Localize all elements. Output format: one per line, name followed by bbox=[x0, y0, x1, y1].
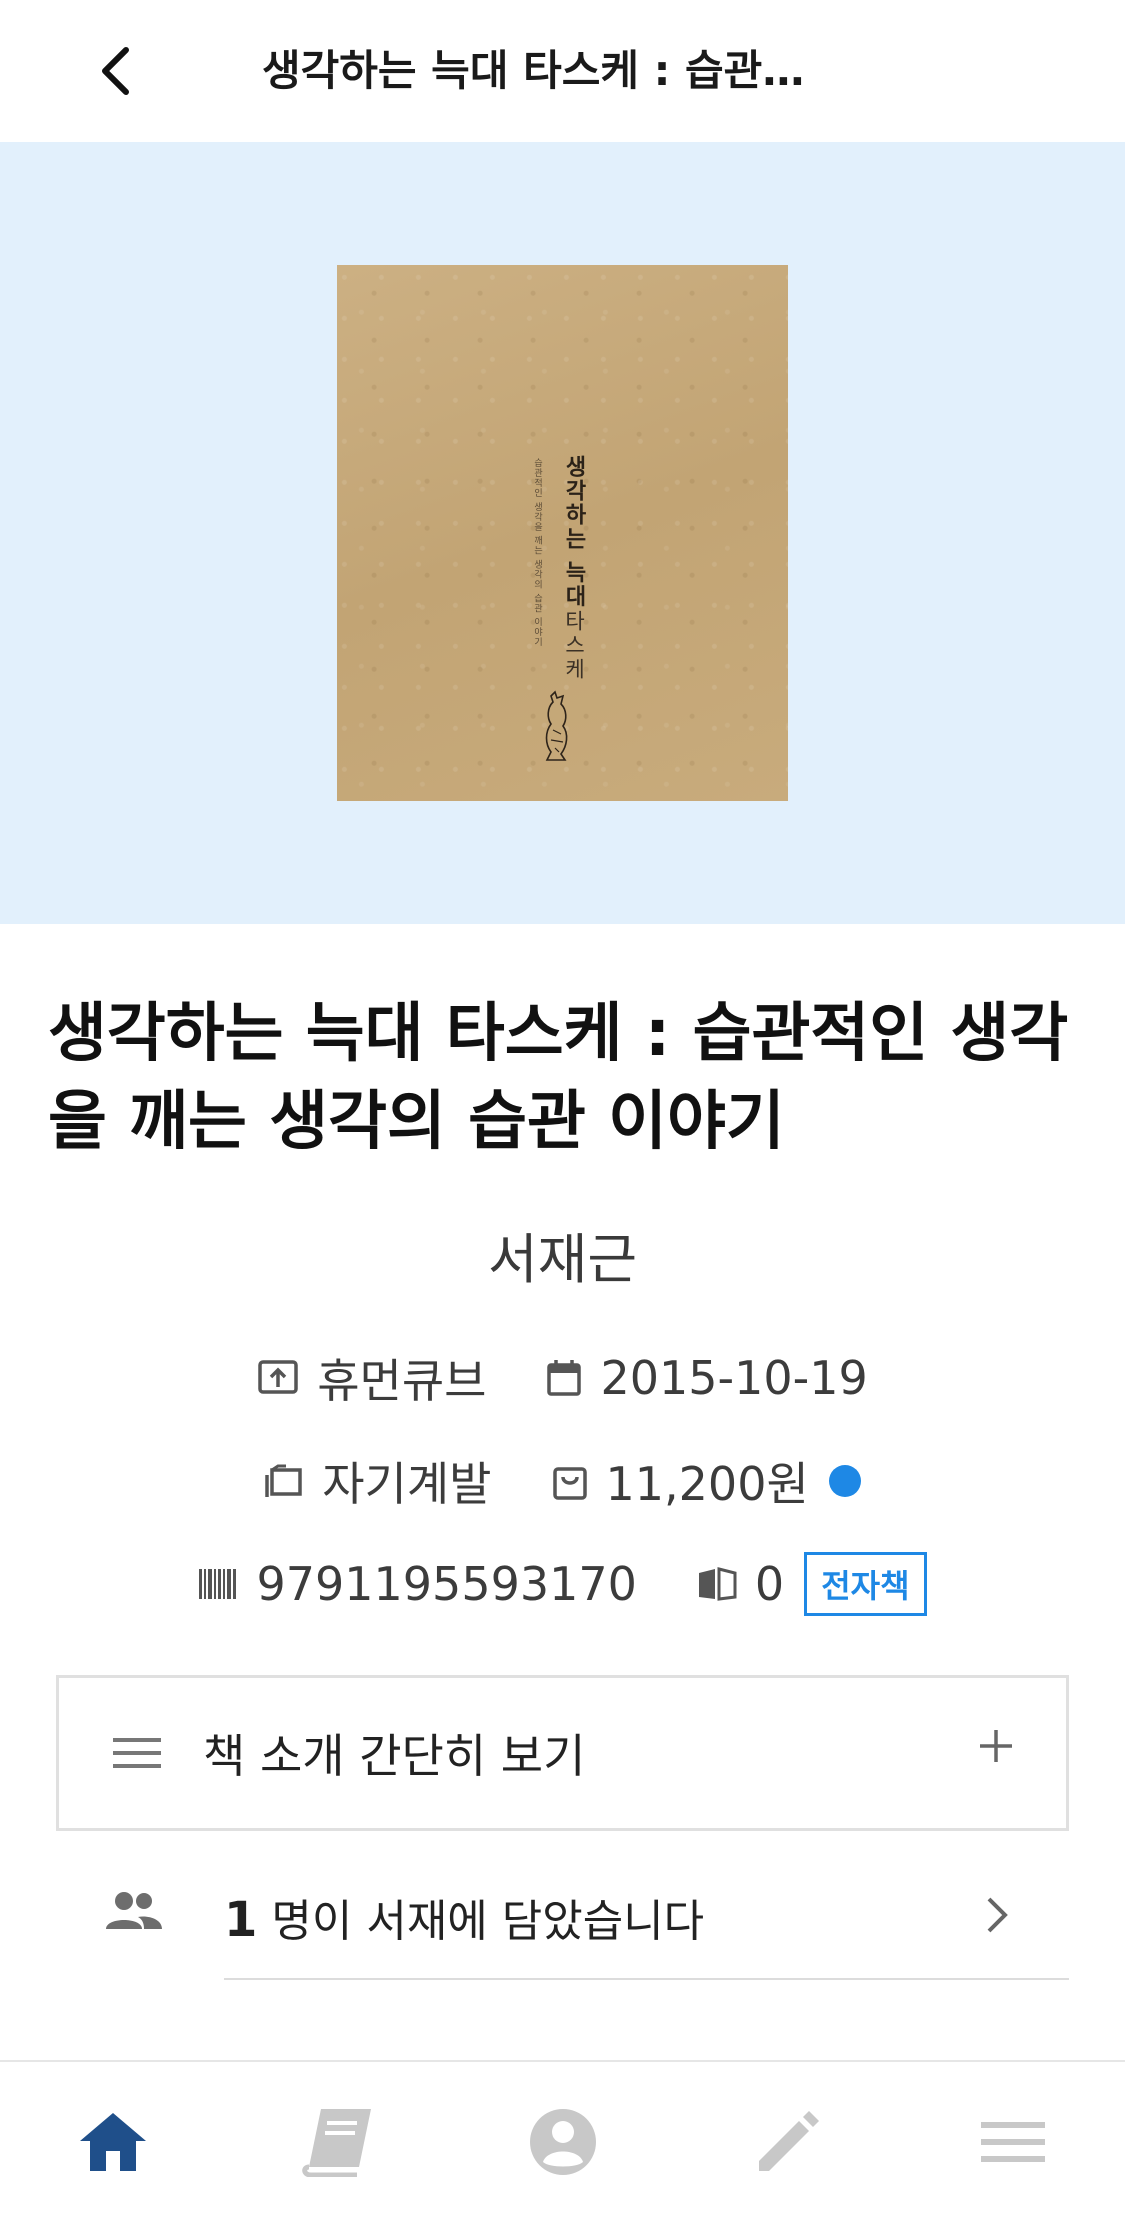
shelf-count: 1 bbox=[224, 1892, 258, 1948]
date-item: 2015-10-19 bbox=[546, 1351, 868, 1405]
price-item[interactable]: 11,200원 bbox=[552, 1448, 861, 1514]
book-intro-toggle[interactable]: 책 소개 간단히 보기 bbox=[56, 1675, 1069, 1831]
cover-subtitle: 습관적인 생각을 깨는 생각의 습관 이야기 bbox=[532, 458, 542, 648]
price: 11,200원 bbox=[605, 1457, 809, 1511]
pencil-icon bbox=[758, 2110, 819, 2171]
publish-date: 2015-10-19 bbox=[600, 1351, 868, 1405]
shopping-bag-icon bbox=[552, 1467, 587, 1500]
people-icon bbox=[106, 1892, 162, 1929]
cover-title: 생각하는 늑대 bbox=[561, 455, 586, 609]
menu-icon bbox=[980, 2121, 1045, 2162]
book-title: 생각하는 늑대 타스케 : 습관적인 생각을 깨는 생각의 습관 이야기 bbox=[48, 997, 1069, 1159]
shelf-count-text: 1 명이 서재에 담았습니다 bbox=[224, 1885, 704, 1949]
divider bbox=[224, 1978, 1069, 1980]
menu-lines-icon bbox=[113, 1738, 161, 1768]
nav-home[interactable] bbox=[53, 2082, 173, 2202]
book-author[interactable]: 서재근 bbox=[0, 1215, 1125, 1294]
price-status-dot bbox=[828, 1465, 861, 1497]
bottom-navigation bbox=[0, 2060, 1125, 2221]
meta-row-publisher-date: 휴먼큐브 2015-10-19 bbox=[0, 1345, 1125, 1411]
profile-icon bbox=[529, 2108, 596, 2175]
top-app-bar: 생각하는 늑대 타스케 : 습관… bbox=[0, 0, 1125, 142]
chevron-left-icon bbox=[102, 47, 129, 95]
plus-icon bbox=[980, 1730, 1012, 1762]
barcode-icon bbox=[199, 1569, 237, 1599]
publisher-item[interactable]: 휴먼큐브 bbox=[257, 1345, 486, 1411]
book-cover-image[interactable]: 습관적인 생각을 깨는 생각의 습관 이야기 생각하는 늑대 타스케 bbox=[337, 265, 788, 801]
nav-profile[interactable] bbox=[503, 2082, 623, 2202]
intro-label: 책 소개 간단히 보기 bbox=[203, 1729, 586, 1783]
page-title: 생각하는 늑대 타스케 : 습관… bbox=[262, 46, 805, 95]
category-item[interactable]: 자기계발 bbox=[264, 1448, 492, 1514]
meta-row-category-price: 자기계발 11,200원 bbox=[0, 1448, 1125, 1514]
back-button[interactable] bbox=[85, 38, 145, 104]
wolf-illustration-icon bbox=[545, 690, 568, 761]
isbn-item: 9791195593170 bbox=[198, 1557, 637, 1611]
isbn: 9791195593170 bbox=[256, 1557, 637, 1611]
nav-menu[interactable] bbox=[953, 2082, 1073, 2202]
shelf-count-suffix: 명이 서재에 담았습니다 bbox=[257, 1896, 705, 1947]
home-icon bbox=[79, 2112, 146, 2171]
open-book-icon bbox=[698, 1567, 737, 1601]
category-name: 자기계발 bbox=[322, 1457, 492, 1511]
ebook-badge[interactable]: 전자책 bbox=[804, 1552, 927, 1616]
shelf-count-row[interactable]: 1 명이 서재에 담았습니다 bbox=[0, 1855, 1125, 1980]
publisher-name: 휴먼큐브 bbox=[317, 1354, 487, 1408]
read-count-item: 0 전자책 bbox=[697, 1552, 927, 1616]
cover-area: 습관적인 생각을 깨는 생각의 습관 이야기 생각하는 늑대 타스케 bbox=[0, 142, 1125, 924]
publisher-icon bbox=[258, 1360, 298, 1394]
nav-library[interactable] bbox=[278, 2082, 398, 2202]
book-icon bbox=[301, 2108, 371, 2177]
folder-icon bbox=[265, 1464, 302, 1497]
read-count: 0 bbox=[754, 1557, 785, 1611]
meta-row-isbn-reads: 9791195593170 0 전자책 bbox=[0, 1552, 1125, 1616]
nav-write[interactable] bbox=[728, 2082, 848, 2202]
cover-author: 타스케 bbox=[562, 610, 586, 682]
calendar-icon bbox=[547, 1360, 582, 1396]
chevron-right-icon bbox=[987, 1897, 1008, 1933]
